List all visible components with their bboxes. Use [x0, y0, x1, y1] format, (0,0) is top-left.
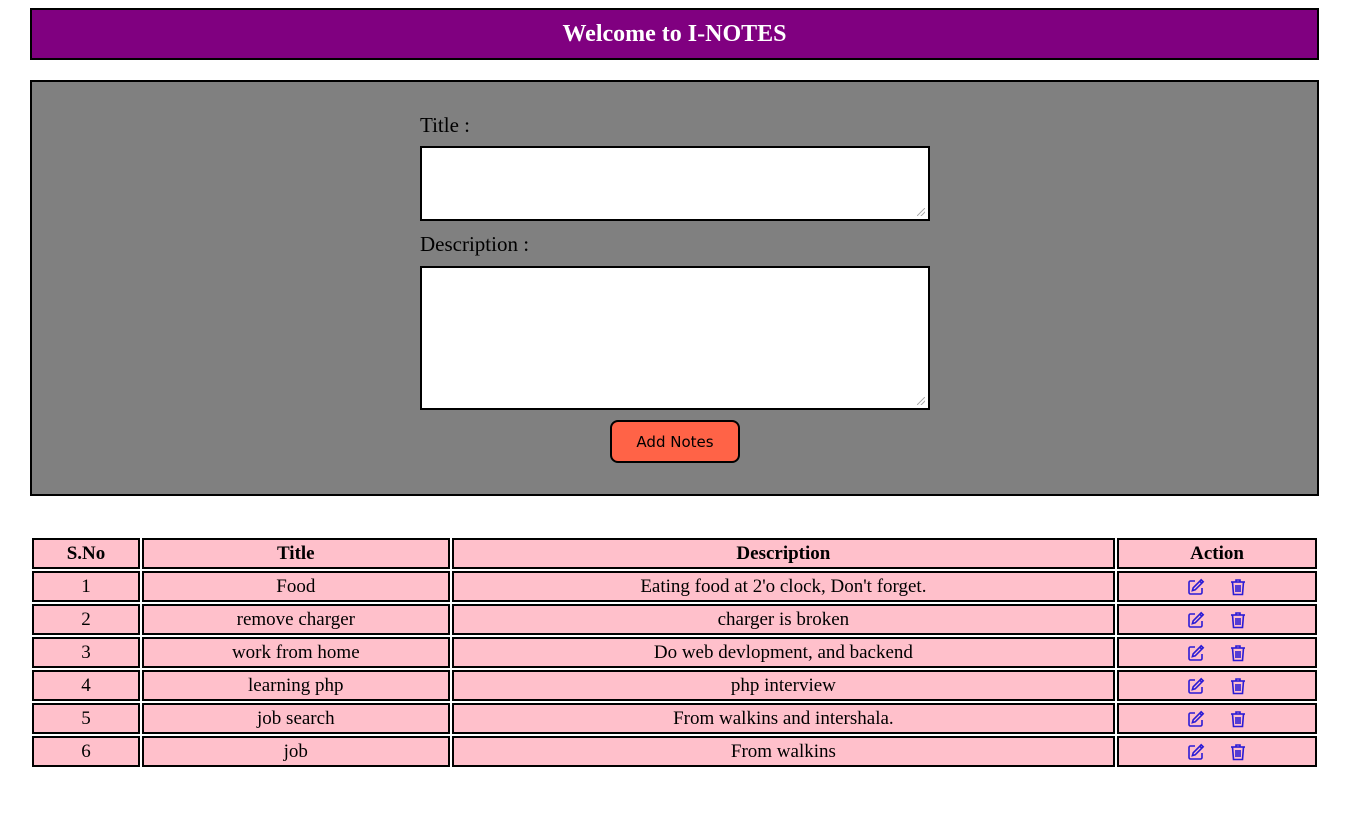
cell-sno: 1	[32, 571, 140, 602]
note-form: Title : Description : Add Notes	[420, 112, 930, 463]
trash-icon[interactable]	[1228, 610, 1248, 630]
edit-icon[interactable]	[1186, 676, 1206, 696]
trash-icon[interactable]	[1228, 709, 1248, 729]
notes-table-container: S.No Title Description Action 1 Food Eatin…	[30, 536, 1319, 769]
header-title: Title	[141, 538, 450, 569]
cell-action	[1117, 604, 1317, 635]
trash-icon[interactable]	[1228, 643, 1248, 663]
row-actions	[1186, 610, 1248, 630]
header-description: Description	[451, 538, 1116, 569]
cell-sno: 4	[32, 670, 140, 701]
cell-sno: 6	[32, 736, 140, 767]
edit-icon[interactable]	[1186, 643, 1206, 663]
cell-description: From walkins	[451, 736, 1116, 767]
trash-icon[interactable]	[1228, 742, 1248, 762]
cell-sno: 5	[32, 703, 140, 734]
table-header-row: S.No Title Description Action	[32, 538, 1317, 569]
row-actions	[1186, 577, 1248, 597]
cell-description: php interview	[451, 670, 1116, 701]
table-row: 4 learning php php interview	[32, 670, 1317, 701]
app-header: Welcome to I-NOTES	[30, 8, 1319, 60]
cell-description: From walkins and intershala.	[451, 703, 1116, 734]
cell-action	[1117, 670, 1317, 701]
cell-action	[1117, 736, 1317, 767]
cell-description: Do web devlopment, and backend	[451, 637, 1116, 668]
trash-icon[interactable]	[1228, 577, 1248, 597]
note-form-panel: Title : Description : Add Notes	[30, 80, 1319, 496]
title-label: Title :	[420, 113, 470, 137]
edit-icon[interactable]	[1186, 610, 1206, 630]
table-row: 1 Food Eating food at 2'o clock, Don't for…	[32, 571, 1317, 602]
page-title: Welcome to I-NOTES	[562, 20, 787, 47]
row-actions	[1186, 709, 1248, 729]
cell-action	[1117, 703, 1317, 734]
cell-action	[1117, 571, 1317, 602]
row-actions	[1186, 742, 1248, 762]
trash-icon[interactable]	[1228, 676, 1248, 696]
cell-title: Food	[141, 571, 450, 602]
cell-sno: 3	[32, 637, 140, 668]
cell-description: Eating food at 2'o clock, Don't forget.	[451, 571, 1116, 602]
cell-action	[1117, 637, 1317, 668]
description-label: Description :	[420, 232, 530, 256]
add-notes-button[interactable]: Add Notes	[610, 420, 740, 463]
row-actions	[1186, 643, 1248, 663]
title-input[interactable]	[420, 146, 930, 221]
cell-sno: 2	[32, 604, 140, 635]
row-actions	[1186, 676, 1248, 696]
table-row: 2 remove charger charger is broken	[32, 604, 1317, 635]
table-row: 5 job search From walkins and intershala.	[32, 703, 1317, 734]
resize-grip-icon[interactable]	[917, 208, 925, 216]
cell-title: work from home	[141, 637, 450, 668]
table-row: 6 job From walkins	[32, 736, 1317, 767]
cell-title: remove charger	[141, 604, 450, 635]
cell-title: learning php	[141, 670, 450, 701]
header-sno: S.No	[32, 538, 140, 569]
cell-description: charger is broken	[451, 604, 1116, 635]
cell-title: job	[141, 736, 450, 767]
edit-icon[interactable]	[1186, 709, 1206, 729]
resize-grip-icon[interactable]	[917, 397, 925, 405]
notes-table: S.No Title Description Action 1 Food Eatin…	[30, 536, 1319, 769]
cell-title: job search	[141, 703, 450, 734]
edit-icon[interactable]	[1186, 577, 1206, 597]
edit-icon[interactable]	[1186, 742, 1206, 762]
description-input[interactable]	[420, 266, 930, 410]
table-row: 3 work from home Do web devlopment, and ba…	[32, 637, 1317, 668]
header-action: Action	[1117, 538, 1317, 569]
